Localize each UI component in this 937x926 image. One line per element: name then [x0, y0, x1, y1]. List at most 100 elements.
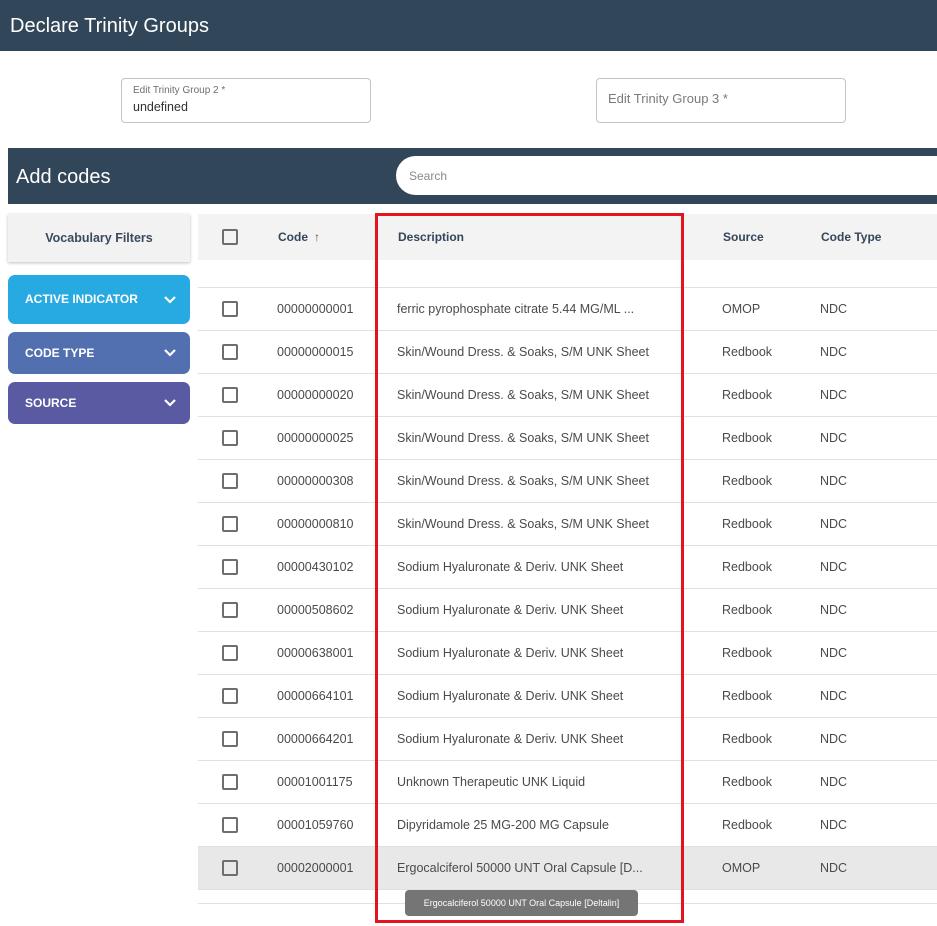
- cell-code-type: NDC: [820, 560, 848, 574]
- cell-description: Skin/Wound Dress. & Soaks, S/M UNK Sheet: [397, 345, 649, 359]
- vocabulary-filters-label: Vocabulary Filters: [45, 231, 153, 245]
- row-checkbox[interactable]: [222, 602, 238, 618]
- cell-code-type: NDC: [820, 689, 848, 703]
- row-checkbox[interactable]: [222, 774, 238, 790]
- cell-code: 00001059760: [277, 818, 354, 832]
- cell-code: 00000638001: [277, 646, 354, 660]
- filter-label: ACTIVE INDICATOR: [25, 292, 138, 306]
- table-row[interactable]: 00001001175 Unknown Therapeutic UNK Liqui…: [198, 761, 937, 804]
- cell-source: Redbook: [722, 775, 773, 789]
- table-row[interactable]: 00000664201 Sodium Hyaluronate & Deriv. U…: [198, 718, 937, 761]
- cell-source: Redbook: [722, 646, 773, 660]
- vocabulary-filters-button[interactable]: Vocabulary Filters: [8, 214, 190, 262]
- row-checkbox[interactable]: [222, 645, 238, 661]
- row-checkbox[interactable]: [222, 430, 238, 446]
- cell-code-type: NDC: [820, 345, 848, 359]
- cell-source: Redbook: [722, 474, 773, 488]
- cell-code-type: NDC: [820, 517, 848, 531]
- cell-source: OMOP: [722, 861, 761, 875]
- table-row[interactable]: 00000000810 Skin/Wound Dress. & Soaks, S/…: [198, 503, 937, 546]
- cell-description: Ergocalciferol 50000 UNT Oral Capsule [D…: [397, 861, 643, 875]
- chevron-down-icon: [150, 348, 190, 358]
- cell-source: Redbook: [722, 603, 773, 617]
- row-checkbox[interactable]: [222, 559, 238, 575]
- cell-code: 00000664101: [277, 689, 354, 703]
- table-row[interactable]: 00000430102 Sodium Hyaluronate & Deriv. U…: [198, 546, 937, 589]
- page-title: Declare Trinity Groups: [10, 15, 209, 37]
- cell-source: OMOP: [722, 302, 761, 316]
- table-row[interactable]: 00000000020 Skin/Wound Dress. & Soaks, S/…: [198, 374, 937, 417]
- select-all-checkbox[interactable]: [222, 229, 238, 245]
- cell-description: ferric pyrophosphate citrate 5.44 MG/ML …: [397, 302, 635, 316]
- cell-code-type: NDC: [820, 474, 848, 488]
- filter-code-type[interactable]: CODE TYPE: [8, 332, 190, 374]
- cell-code-type: NDC: [820, 646, 848, 660]
- filter-active-indicator[interactable]: ACTIVE INDICATOR: [8, 275, 190, 324]
- cell-code: 00000000810: [277, 517, 354, 531]
- cell-description: Sodium Hyaluronate & Deriv. UNK Sheet: [397, 646, 624, 660]
- cell-source: Redbook: [722, 732, 773, 746]
- cell-code-type: NDC: [820, 818, 848, 832]
- table-row[interactable]: 00001059760 Dipyridamole 25 MG-200 MG Cap…: [198, 804, 937, 847]
- table-row[interactable]: 00000000025 Skin/Wound Dress. & Soaks, S/…: [198, 417, 937, 460]
- arrow-up-icon: ↑: [314, 230, 320, 244]
- cell-code-type: NDC: [820, 775, 848, 789]
- filter-source[interactable]: SOURCE: [8, 382, 190, 424]
- table-row[interactable]: 00000000308 Skin/Wound Dress. & Soaks, S/…: [198, 460, 937, 503]
- table-body: 000Therapeutic ultrasoundOMOPProcedure -…: [198, 243, 937, 904]
- cell-code: 00000000015: [277, 345, 354, 359]
- search-input[interactable]: [396, 156, 937, 195]
- codes-table: Code ↑ Description Source Code Type 000Th…: [198, 214, 937, 926]
- cell-code: 00000000025: [277, 431, 354, 445]
- cell-code: 00000508602: [277, 603, 354, 617]
- chevron-down-icon: [150, 398, 190, 408]
- cell-code: 00000000308: [277, 474, 354, 488]
- app-header: Declare Trinity Groups: [0, 0, 937, 51]
- table-row[interactable]: 00000000015 Skin/Wound Dress. & Soaks, S/…: [198, 331, 937, 374]
- cell-code: 00000664201: [277, 732, 354, 746]
- cell-source: Redbook: [722, 388, 773, 402]
- row-checkbox[interactable]: [222, 344, 238, 360]
- cell-source: Redbook: [722, 689, 773, 703]
- table-row[interactable]: 00000508602 Sodium Hyaluronate & Deriv. U…: [198, 589, 937, 632]
- description-tooltip: Ergocalciferol 50000 UNT Oral Capsule [D…: [405, 890, 638, 916]
- cell-description: Sodium Hyaluronate & Deriv. UNK Sheet: [397, 603, 624, 617]
- column-header-description[interactable]: Description: [398, 230, 464, 244]
- row-checkbox[interactable]: [222, 688, 238, 704]
- row-checkbox[interactable]: [222, 860, 238, 876]
- column-header-code-type[interactable]: Code Type: [821, 230, 881, 244]
- trinity-group-3-field[interactable]: Edit Trinity Group 3 *: [596, 78, 846, 123]
- cell-code: 00000000001: [277, 302, 354, 316]
- cell-description: Sodium Hyaluronate & Deriv. UNK Sheet: [397, 732, 624, 746]
- cell-code: 00000000020: [277, 388, 354, 402]
- row-checkbox[interactable]: [222, 817, 238, 833]
- cell-code: 00001001175: [277, 775, 353, 789]
- filter-label: CODE TYPE: [25, 345, 95, 360]
- column-header-source[interactable]: Source: [723, 230, 764, 244]
- cell-code-type: NDC: [820, 431, 848, 445]
- trinity-group-2-label: Edit Trinity Group 2 *: [133, 85, 226, 96]
- row-checkbox[interactable]: [222, 473, 238, 489]
- table-row[interactable]: 00002000001 Ergocalciferol 50000 UNT Oral…: [198, 847, 937, 890]
- table-header: Code ↑ Description Source Code Type: [198, 214, 937, 260]
- cell-description: Skin/Wound Dress. & Soaks, S/M UNK Sheet: [397, 517, 649, 531]
- table-row[interactable]: 00000638001 Sodium Hyaluronate & Deriv. U…: [198, 632, 937, 675]
- trinity-group-2-field[interactable]: Edit Trinity Group 2 * undefined: [121, 78, 371, 123]
- cell-code: 00000430102: [277, 560, 354, 574]
- trinity-group-2-value[interactable]: undefined: [133, 100, 188, 114]
- cell-code-type: NDC: [820, 388, 848, 402]
- cell-description: Sodium Hyaluronate & Deriv. UNK Sheet: [397, 560, 624, 574]
- trinity-group-3-placeholder: Edit Trinity Group 3 *: [608, 91, 728, 106]
- table-row[interactable]: 00000000001 ferric pyrophosphate citrate …: [198, 288, 937, 331]
- column-header-code[interactable]: Code ↑: [278, 230, 320, 244]
- row-checkbox[interactable]: [222, 516, 238, 532]
- row-checkbox[interactable]: [222, 301, 238, 317]
- row-checkbox[interactable]: [222, 387, 238, 403]
- cell-source: Redbook: [722, 345, 773, 359]
- row-checkbox[interactable]: [222, 731, 238, 747]
- cell-description: Sodium Hyaluronate & Deriv. UNK Sheet: [397, 689, 624, 703]
- cell-source: Redbook: [722, 517, 773, 531]
- table-row[interactable]: 00000664101 Sodium Hyaluronate & Deriv. U…: [198, 675, 937, 718]
- add-codes-bar: Add codes: [8, 148, 937, 204]
- add-codes-title: Add codes: [16, 166, 111, 188]
